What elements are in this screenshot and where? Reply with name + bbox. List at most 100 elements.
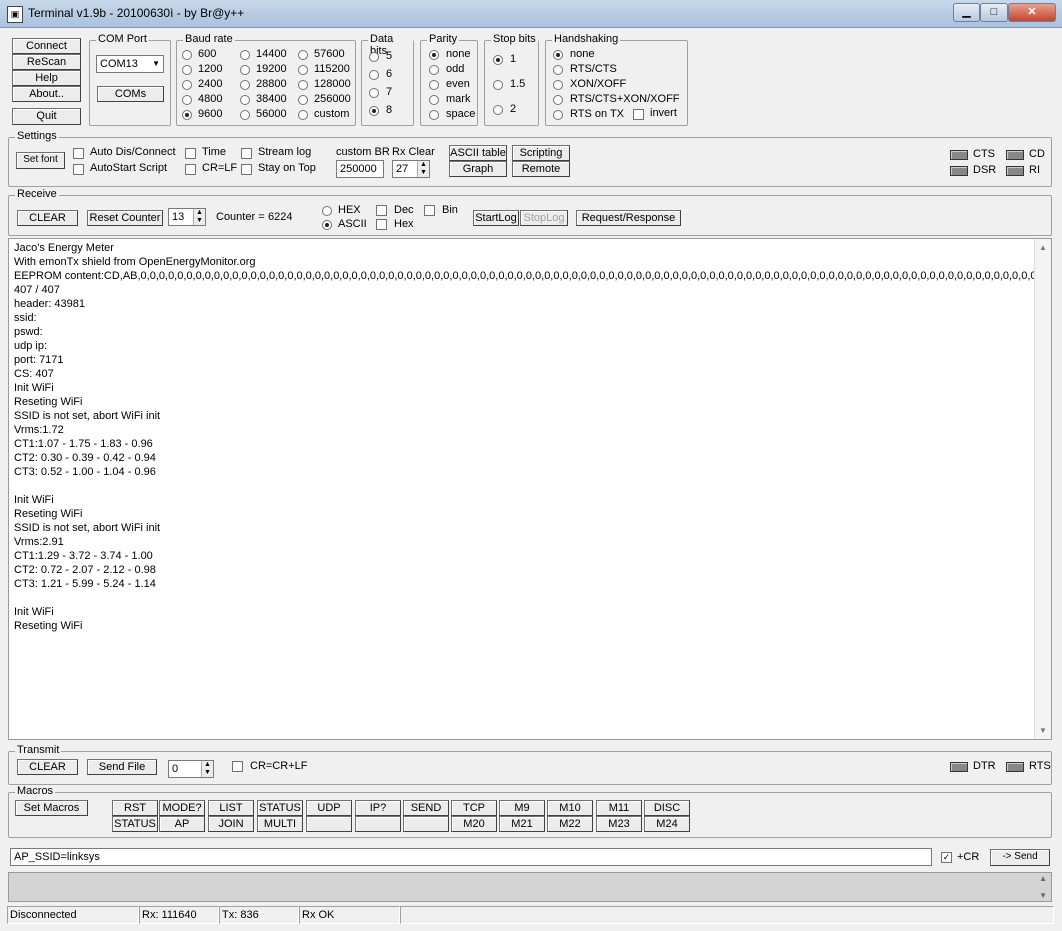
transmit-history-area[interactable]: ▲ ▼ [8, 872, 1052, 902]
hex-checkbox[interactable] [376, 219, 387, 230]
com-port-select[interactable]: COM13 ▼ [96, 55, 164, 73]
handshaking-radio-3[interactable] [553, 95, 563, 105]
scripting-button[interactable]: Scripting [512, 145, 570, 161]
baud-radio-56000[interactable] [240, 110, 250, 120]
remote-button[interactable]: Remote [512, 161, 570, 177]
rescan-button[interactable]: ReScan [12, 54, 81, 70]
baud-radio-256000[interactable] [298, 95, 308, 105]
data-bits-radio-6[interactable] [369, 70, 379, 80]
coms-button[interactable]: COMs [97, 86, 164, 102]
stay-on-top-checkbox[interactable] [241, 164, 252, 175]
baud-radio-2400[interactable] [182, 80, 192, 90]
send-button[interactable]: -> Send [990, 849, 1050, 866]
about-button[interactable]: About.. [12, 86, 81, 102]
parity-radio-even[interactable] [429, 80, 439, 90]
handshaking-radio-2[interactable] [553, 80, 563, 90]
baud-radio-115200[interactable] [298, 65, 308, 75]
parity-radio-odd[interactable] [429, 65, 439, 75]
macro-button-row1-8[interactable]: TCP [451, 800, 497, 816]
handshaking-radio-0[interactable] [553, 50, 563, 60]
maximize-button[interactable]: □ [980, 3, 1008, 22]
rx-clear-spinner[interactable]: 27 ▲ ▼ [392, 160, 430, 178]
receive-terminal-output[interactable]: Jaco's Energy Meter With emonTx shield fr… [8, 238, 1052, 740]
stop-log-button[interactable]: StopLog [520, 210, 568, 226]
counter-spinner[interactable]: 13 ▲ ▼ [168, 208, 206, 226]
macro-button-row2-1[interactable]: STATUS [112, 816, 158, 832]
data-bits-radio-5[interactable] [369, 52, 379, 62]
time-checkbox[interactable] [185, 148, 196, 159]
stop-bits-radio-1.5[interactable] [493, 80, 503, 90]
ascii-radio[interactable] [322, 220, 332, 230]
macro-button-row2-7[interactable] [403, 816, 449, 832]
macro-button-row1-7[interactable]: SEND [403, 800, 449, 816]
baud-radio-38400[interactable] [240, 95, 250, 105]
transmit-clear-button[interactable]: CLEAR [17, 759, 78, 775]
reset-counter-button[interactable]: Reset Counter [87, 210, 163, 226]
macro-button-row1-4[interactable]: STATUS [257, 800, 303, 816]
data-bits-radio-7[interactable] [369, 88, 379, 98]
request-response-button[interactable]: Request/Response [576, 210, 681, 226]
macro-button-row1-12[interactable]: DISC [644, 800, 690, 816]
send-file-button[interactable]: Send File [87, 759, 157, 775]
data-bits-radio-8[interactable] [369, 106, 379, 116]
macro-button-row1-2[interactable]: MODE? [159, 800, 205, 816]
quit-button[interactable]: Quit [12, 108, 81, 125]
macro-button-row2-12[interactable]: M24 [644, 816, 690, 832]
spin-down-icon[interactable]: ▼ [193, 217, 205, 225]
macro-button-row1-3[interactable]: LIST [208, 800, 254, 816]
close-button[interactable]: ✕ [1008, 3, 1056, 22]
baud-radio-600[interactable] [182, 50, 192, 60]
spin-down-icon[interactable]: ▼ [201, 769, 213, 777]
macro-button-row1-10[interactable]: M10 [547, 800, 593, 816]
macro-button-row2-10[interactable]: M22 [547, 816, 593, 832]
spin-up-icon[interactable]: ▲ [193, 209, 205, 217]
set-font-button[interactable]: Set font [16, 152, 65, 169]
macro-button-row1-6[interactable]: IP? [355, 800, 401, 816]
transmit-spinner[interactable]: 0 ▲ ▼ [168, 760, 214, 778]
macro-button-row2-8[interactable]: M20 [451, 816, 497, 832]
baud-radio-19200[interactable] [240, 65, 250, 75]
spin-up-icon[interactable]: ▲ [201, 761, 213, 769]
set-macros-button[interactable]: Set Macros [15, 800, 88, 816]
autostart-script-checkbox[interactable] [73, 164, 84, 175]
stream-log-checkbox[interactable] [241, 148, 252, 159]
macro-button-row2-11[interactable]: M23 [596, 816, 642, 832]
macro-button-row2-6[interactable] [355, 816, 401, 832]
scroll-down-icon[interactable]: ▼ [1039, 726, 1047, 735]
macro-button-row2-4[interactable]: MULTI [257, 816, 303, 832]
transmit-input[interactable]: AP_SSID=linksys [10, 848, 932, 866]
baud-radio-14400[interactable] [240, 50, 250, 60]
stop-bits-radio-1[interactable] [493, 55, 503, 65]
start-log-button[interactable]: StartLog [473, 210, 519, 226]
invert-checkbox[interactable] [633, 109, 644, 120]
terminal-scrollbar[interactable]: ▲ ▼ [1034, 239, 1051, 739]
plus-cr-checkbox[interactable]: ✓ [941, 852, 952, 863]
stop-bits-radio-2[interactable] [493, 105, 503, 115]
help-button[interactable]: Help [12, 70, 81, 86]
connect-button[interactable]: Connect [12, 38, 81, 54]
graph-button[interactable]: Graph [449, 161, 507, 177]
baud-radio-1200[interactable] [182, 65, 192, 75]
macro-button-row2-5[interactable] [306, 816, 352, 832]
dec-checkbox[interactable] [376, 205, 387, 216]
minimize-button[interactable]: ▁ [953, 3, 980, 22]
baud-radio-128000[interactable] [298, 80, 308, 90]
custom-br-input[interactable]: 250000 [336, 160, 384, 178]
macro-button-row2-9[interactable]: M21 [499, 816, 545, 832]
macro-button-row2-3[interactable]: JOIN [208, 816, 254, 832]
baud-radio-custom[interactable] [298, 110, 308, 120]
receive-clear-button[interactable]: CLEAR [17, 210, 78, 226]
bin-checkbox[interactable] [424, 205, 435, 216]
handshaking-radio-1[interactable] [553, 65, 563, 75]
scroll-down-icon[interactable]: ▼ [1039, 891, 1047, 900]
parity-radio-none[interactable] [429, 50, 439, 60]
parity-radio-space[interactable] [429, 110, 439, 120]
auto-dis-connect-checkbox[interactable] [73, 148, 84, 159]
scroll-up-icon[interactable]: ▲ [1039, 243, 1047, 252]
hex-radio[interactable] [322, 206, 332, 216]
spin-up-icon[interactable]: ▲ [417, 161, 429, 169]
baud-radio-28800[interactable] [240, 80, 250, 90]
cr-lf-checkbox[interactable] [185, 164, 196, 175]
parity-radio-mark[interactable] [429, 95, 439, 105]
handshaking-radio-4[interactable] [553, 110, 563, 120]
